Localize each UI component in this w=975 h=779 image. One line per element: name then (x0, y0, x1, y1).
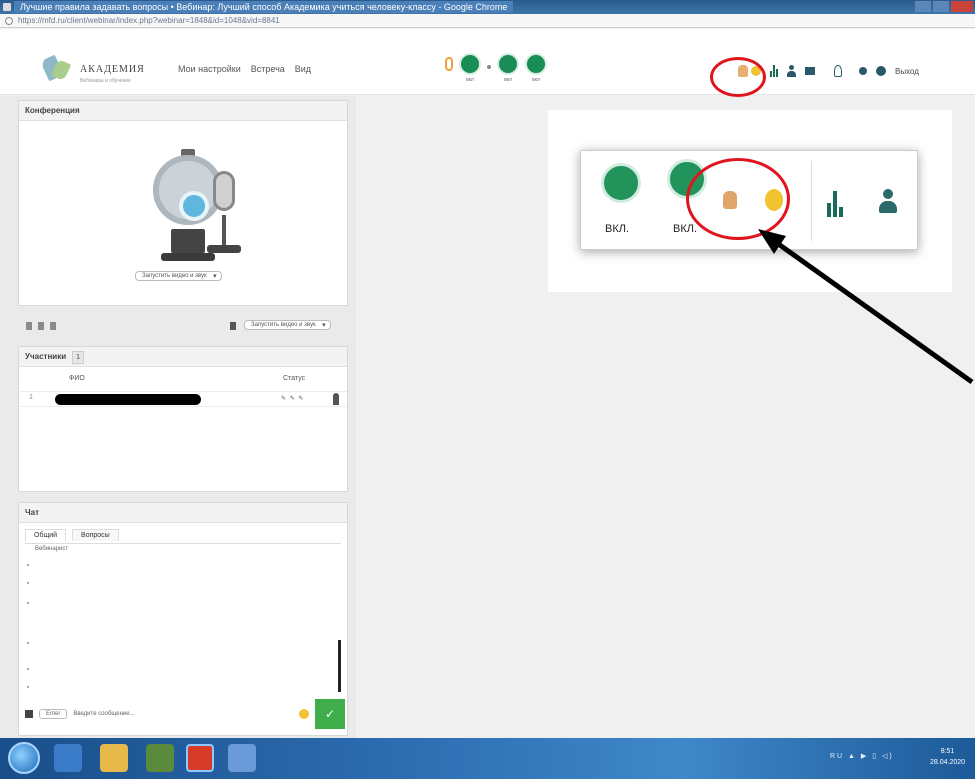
chat-panel: Чат Общий Вопросы Вебинарист Enter Введи… (18, 502, 348, 736)
person-icon[interactable] (333, 393, 339, 405)
webcam-icon (153, 145, 253, 265)
user-icon[interactable] (879, 189, 897, 215)
poll-chart-icon[interactable] (827, 191, 843, 217)
col-name: ФИО (69, 375, 85, 382)
enter-select[interactable]: Enter (39, 709, 68, 719)
camera-on-icon[interactable] (601, 163, 641, 203)
file-explorer-icon[interactable] (100, 744, 128, 772)
emoji-icon[interactable] (299, 709, 309, 719)
screen-share-toggle[interactable]: вкл (497, 53, 519, 83)
brand-name[interactable]: АКАДЕМИЯ (80, 64, 145, 75)
clock[interactable]: 8:51 28.04.2020 (930, 746, 965, 768)
browser-tab-title[interactable]: Лучшие правила задавать вопросы • Вебина… (14, 1, 514, 13)
heart-icon[interactable] (859, 67, 867, 75)
settings-gear-icon[interactable] (876, 66, 886, 76)
chat-message: Вебинарист (35, 546, 69, 552)
camera-on-label: ВКЛ. (605, 223, 630, 235)
screen-share-icon (497, 53, 519, 75)
exit-button[interactable]: Выход (895, 67, 919, 76)
address-bar[interactable]: https://mfd.ru/client/webinar/index.php?… (0, 14, 975, 28)
send-button[interactable]: ✓ (315, 699, 345, 729)
media-player-icon[interactable] (146, 744, 174, 772)
chat-scrollbar[interactable] (338, 640, 341, 692)
table-row[interactable]: 1 ✎ ✎ ✎ (19, 391, 347, 407)
brand-subtitle: Вебинары и обучение (80, 78, 131, 84)
url-text: https://mfd.ru/client/webinar/index.php?… (18, 16, 280, 25)
system-tray[interactable]: RU ▲ ▶ ▯ ◁) (830, 752, 894, 760)
redacted-name (55, 394, 201, 405)
maximize-button[interactable] (933, 1, 949, 12)
row-number: 1 (29, 394, 33, 401)
status-icons[interactable]: ✎ ✎ ✎ (281, 395, 304, 402)
screen-on-label: ВКЛ. (673, 223, 698, 235)
camera-toggle[interactable]: вкл (459, 53, 481, 83)
browser-title-bar: Лучшие правила задавать вопросы • Вебина… (0, 0, 975, 14)
chat-input[interactable]: Введите сообщение... (73, 711, 134, 717)
highlight-ring-zoom (686, 158, 790, 240)
clock-time: 8:51 (940, 748, 955, 755)
minimize-button[interactable] (915, 1, 931, 12)
pen-icon[interactable] (38, 322, 44, 330)
chat-title: Чат (19, 503, 347, 523)
start-video-select-2[interactable]: Запустить видео и звук (244, 320, 331, 330)
left-panel: Конференция Запустить видео и звук Запус… (0, 96, 356, 738)
participants-panel: Участники 1 ФИО Статус 1 ✎ ✎ ✎ (18, 346, 348, 492)
lightbulb-icon[interactable] (834, 65, 842, 77)
info-icon[interactable] (5, 17, 13, 25)
close-button[interactable] (951, 1, 973, 12)
separator (811, 161, 812, 241)
sound-toggle[interactable]: вкл (525, 53, 547, 83)
chat-messages: Вебинарист (25, 543, 341, 692)
window-controls (915, 1, 973, 12)
start-button-icon[interactable] (8, 742, 40, 774)
poll-chart-icon[interactable] (770, 65, 778, 77)
app-window-icon[interactable] (228, 744, 256, 772)
tab-questions[interactable]: Вопросы (72, 529, 119, 541)
chat-input-row: Enter Введите сообщение... (25, 705, 315, 723)
clock-date: 28.04.2020 (930, 759, 966, 766)
conference-title: Конференция (19, 101, 347, 121)
zoom-icon[interactable] (26, 322, 32, 330)
chat-tabs: Общий Вопросы (25, 529, 119, 541)
top-nav: Мои настройки Встреча Вид (178, 64, 311, 74)
camera-icon (459, 53, 481, 75)
academy-logo-icon[interactable] (40, 54, 74, 85)
conference-panel: Конференция Запустить видео и звук (18, 100, 348, 306)
col-status: Статус (283, 375, 306, 382)
participants-title: Участники (25, 352, 67, 361)
participants-header: Участники 1 (19, 347, 347, 367)
tab-general[interactable]: Общий (25, 529, 67, 541)
chrome-icon[interactable] (186, 744, 214, 772)
folder-icon[interactable] (805, 67, 815, 75)
favicon-icon (3, 3, 11, 11)
eraser-icon[interactable] (50, 322, 56, 330)
conference-tools-row: Запустить видео и звук (22, 320, 348, 334)
keyboard-icon[interactable] (25, 710, 33, 718)
ie-browser-icon[interactable] (54, 744, 82, 772)
microphone-icon[interactable] (445, 57, 453, 71)
start-video-select[interactable]: Запустить видео и звук (135, 271, 222, 281)
nav-view[interactable]: Вид (295, 64, 311, 74)
highlight-ring-header (710, 57, 766, 97)
media-controls: вкл вкл вкл (445, 53, 547, 83)
participants-count-badge: 1 (72, 351, 85, 364)
separator-dot (487, 65, 491, 69)
nav-my-settings[interactable]: Мои настройки (178, 64, 241, 74)
person-icon (230, 322, 236, 330)
user-icon[interactable] (787, 65, 796, 77)
windows-taskbar: RU ▲ ▶ ▯ ◁) 8:51 28.04.2020 (0, 738, 975, 779)
app-header: АКАДЕМИЯ Вебинары и обучение Мои настрой… (0, 29, 975, 95)
nav-meeting[interactable]: Встреча (251, 64, 285, 74)
sound-icon (525, 53, 547, 75)
